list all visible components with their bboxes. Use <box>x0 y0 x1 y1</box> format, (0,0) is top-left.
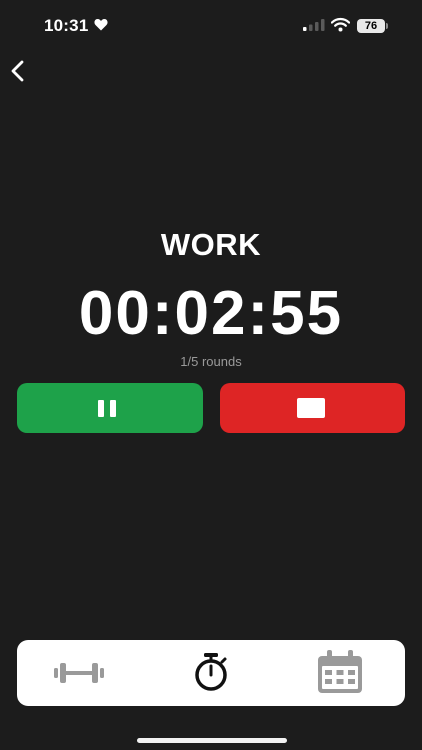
stop-icon <box>297 398 325 418</box>
dumbbell-icon <box>54 663 104 683</box>
status-time: 10:31 <box>44 16 89 35</box>
stop-button[interactable] <box>220 383 405 433</box>
calendar-icon <box>318 650 362 693</box>
tab-workouts[interactable] <box>25 640 135 706</box>
wifi-icon <box>331 17 350 32</box>
heart-icon <box>94 19 108 31</box>
status-bar: 10:31 76 <box>0 0 422 52</box>
battery-tip <box>386 23 388 29</box>
battery-indicator: 76 <box>357 19 385 33</box>
back-chevron-icon[interactable] <box>8 58 28 84</box>
countdown-timer: 00:02:55 <box>78 279 344 348</box>
stopwatch-icon <box>195 653 227 691</box>
tab-calendar[interactable] <box>287 640 397 706</box>
rounds-counter: 1/5 rounds <box>180 354 242 369</box>
tab-timer[interactable] <box>156 640 266 706</box>
tab-bar <box>17 640 405 706</box>
cellular-signal-icon <box>303 19 325 31</box>
pause-button[interactable] <box>17 383 203 433</box>
home-indicator <box>137 738 287 743</box>
phase-label: WORK <box>160 227 262 262</box>
